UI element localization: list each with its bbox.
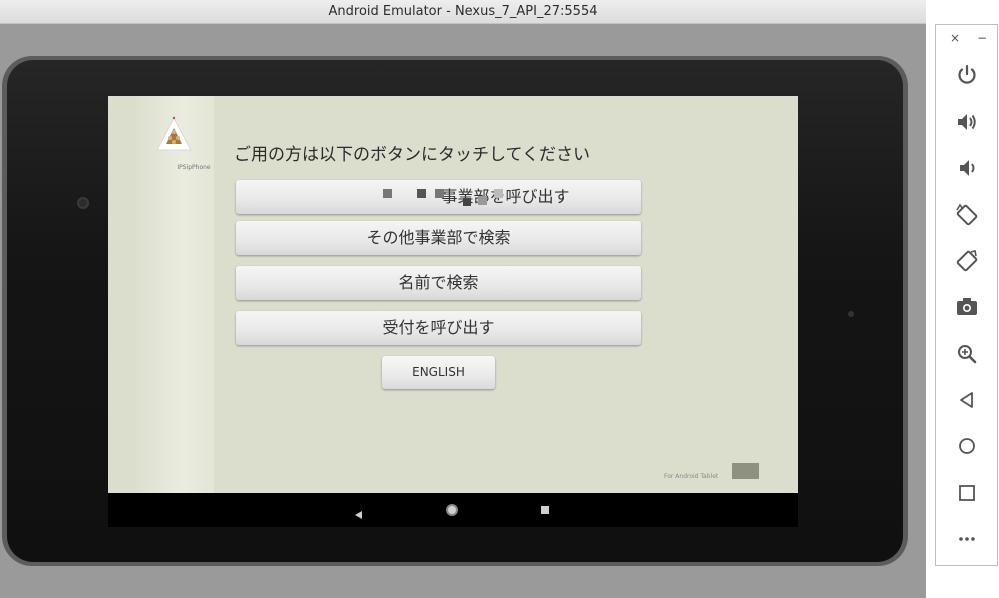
close-icon[interactable]: × [950, 31, 960, 45]
minimize-icon[interactable]: − [977, 31, 987, 45]
ipsipphone-logo-icon: IPSipPhone [154, 114, 211, 171]
app-sidebar: IPSipPhone [134, 96, 214, 493]
call-reception-button[interactable]: 受付を呼び出す [236, 311, 641, 345]
english-button[interactable]: ENGLISH [382, 356, 495, 389]
zoom-icon[interactable] [954, 341, 980, 367]
logo-text: IPSipPhone [177, 164, 211, 171]
search-by-name-button[interactable]: 名前で検索 [236, 266, 641, 300]
footer-logo-box [732, 463, 759, 479]
instruction-heading: ご用の方は以下のボタンにタッチしてください [234, 145, 590, 165]
call-division-button[interactable]: 事業部を呼び出す [236, 180, 641, 214]
volume-up-icon[interactable] [954, 109, 980, 135]
rotate-right-icon[interactable] [954, 248, 980, 274]
window-title: Android Emulator - Nexus_7_API_27:5554 [0, 0, 926, 24]
rotate-left-icon[interactable] [954, 202, 980, 228]
call-division-label: 事業部を呼び出す [441, 187, 570, 206]
camera-icon[interactable] [954, 294, 980, 320]
light-sensor [848, 311, 854, 317]
footer-text: For Android Tablet [664, 473, 719, 480]
home-icon[interactable] [954, 433, 980, 459]
nav-recent-icon[interactable] [541, 506, 549, 514]
emulator-window: Android Emulator - Nexus_7_API_27:5554 I… [0, 0, 926, 598]
front-camera [77, 197, 89, 209]
overview-icon[interactable] [954, 480, 980, 506]
more-icon[interactable] [954, 526, 980, 552]
volume-down-icon[interactable] [954, 155, 980, 181]
search-other-division-button[interactable]: その他事業部で検索 [236, 221, 641, 255]
power-icon[interactable] [954, 62, 980, 88]
emulator-toolbar: × − [935, 24, 998, 566]
nav-back-icon[interactable] [354, 505, 364, 519]
redacted-division-name [307, 181, 504, 215]
device-screen: IPSipPhone ご用の方は以下のボタンにタッチしてください 事業部を呼び出… [108, 96, 798, 493]
nav-home-icon[interactable] [446, 504, 458, 516]
back-icon[interactable] [954, 387, 980, 413]
android-nav-bar [108, 493, 798, 527]
